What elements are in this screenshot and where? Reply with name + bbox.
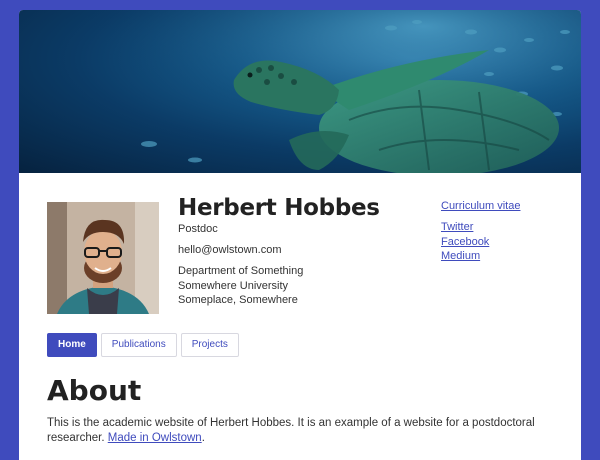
about-paragraph: This is the academic website of Herbert …: [47, 416, 557, 446]
sea-turtle-icon: [19, 10, 581, 173]
owlstown-link[interactable]: Made in Owlstown: [108, 432, 202, 444]
nav-tabs: Home Publications Projects: [47, 333, 239, 357]
about-text-end: .: [201, 432, 205, 444]
affiliation-university: Somewhere University: [178, 279, 289, 292]
twitter-link[interactable]: Twitter: [441, 220, 489, 235]
facebook-link[interactable]: Facebook: [441, 235, 489, 250]
medium-link[interactable]: Medium: [441, 249, 489, 264]
avatar: [47, 202, 159, 314]
social-links: Twitter Facebook Medium: [441, 220, 489, 264]
cv-link[interactable]: Curriculum vitae: [441, 199, 520, 214]
affiliation-location: Someplace, Somewhere: [178, 294, 298, 306]
profile-email: hello@owlstown.com: [178, 244, 282, 256]
tab-projects[interactable]: Projects: [180, 333, 239, 357]
profile-affiliation: Department of Something Somewhere Univer…: [178, 264, 303, 308]
page-card: Herbert Hobbes Postdoc hello@owlstown.co…: [19, 10, 581, 460]
about-heading: About: [47, 374, 142, 407]
tab-home[interactable]: Home: [47, 333, 97, 357]
affiliation-department: Department of Something: [178, 265, 304, 277]
profile-photo-icon: [47, 202, 159, 314]
banner-image: [19, 10, 581, 173]
cv-links: Curriculum vitae: [441, 199, 520, 214]
tab-publications[interactable]: Publications: [100, 333, 177, 357]
profile-role: Postdoc: [178, 223, 218, 235]
profile-name: Herbert Hobbes: [178, 195, 380, 221]
